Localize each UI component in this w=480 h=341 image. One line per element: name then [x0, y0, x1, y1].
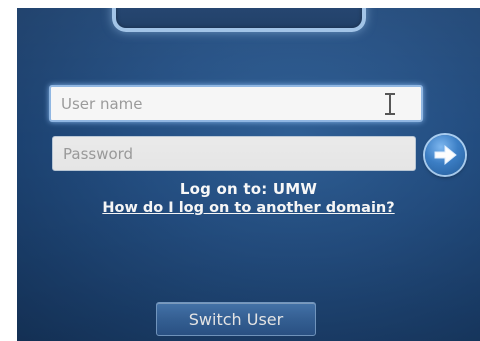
- user-tile-frame: [112, 8, 366, 32]
- arrow-right-icon: [434, 144, 457, 166]
- other-domain-link[interactable]: How do I log on to another domain?: [17, 200, 480, 216]
- password-field[interactable]: Password: [52, 136, 416, 171]
- logon-screen: User name Password Log on to: UMW How do…: [17, 8, 480, 341]
- username-placeholder: User name: [61, 94, 143, 113]
- password-placeholder: Password: [63, 144, 134, 163]
- username-field[interactable]: User name: [49, 85, 423, 122]
- photo-frame: User name Password Log on to: UMW How do…: [0, 0, 480, 341]
- submit-button[interactable]: [425, 135, 465, 175]
- text-cursor-icon: [385, 93, 395, 115]
- switch-user-button[interactable]: Switch User: [156, 302, 316, 336]
- logon-domain-text: Log on to: UMW: [179, 180, 318, 198]
